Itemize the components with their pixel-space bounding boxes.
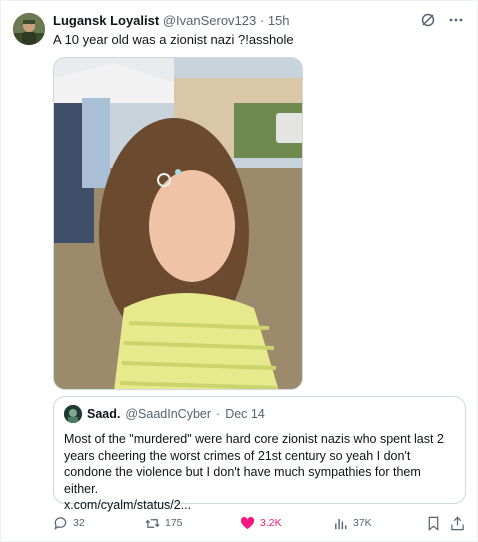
quoted-author-handle: @SaadInCyber bbox=[125, 407, 212, 421]
bookmark-button[interactable] bbox=[426, 516, 441, 531]
share-button[interactable] bbox=[450, 516, 465, 531]
grok-icon[interactable] bbox=[419, 11, 437, 29]
quoted-tweet[interactable]: Saad. @SaadInCyber · Dec 14 Most of the … bbox=[53, 396, 466, 512]
tweet-header: Lugansk Loyalist @IvanSerov123 · 15h bbox=[53, 13, 417, 29]
quoted-separator: · bbox=[216, 407, 221, 421]
reply-button[interactable]: 32 bbox=[53, 516, 85, 531]
repost-icon bbox=[145, 518, 160, 528]
quoted-date: Dec 14 bbox=[225, 407, 265, 421]
author-handle[interactable]: @IvanSerov123 bbox=[163, 13, 256, 28]
bookmark-icon bbox=[428, 516, 439, 531]
quoted-link[interactable]: x.com/cyalm/status/2... bbox=[64, 498, 191, 512]
more-icon[interactable] bbox=[447, 11, 465, 29]
quoted-text-body: Most of the "murdered" were hard core zi… bbox=[64, 432, 444, 496]
quoted-author-avatar bbox=[64, 405, 82, 423]
tweet-card[interactable]: Lugansk Loyalist @IvanSerov123 · 15h A 1… bbox=[0, 0, 478, 542]
header-actions bbox=[419, 11, 465, 29]
action-bar: 32 175 3.2K 37K bbox=[53, 513, 465, 533]
quoted-tweet-text: Most of the "murdered" were hard core zi… bbox=[64, 431, 455, 514]
quoted-tweet-header: Saad. @SaadInCyber · Dec 14 bbox=[64, 405, 455, 423]
like-button[interactable]: 3.2K bbox=[240, 516, 282, 531]
views-icon bbox=[335, 518, 347, 529]
post-time[interactable]: 15h bbox=[268, 13, 290, 28]
repost-button[interactable]: 175 bbox=[145, 516, 183, 531]
view-count: 37K bbox=[353, 517, 372, 529]
views-button[interactable]: 37K bbox=[333, 516, 372, 531]
quoted-author-name: Saad. bbox=[87, 407, 121, 421]
share-icon bbox=[451, 516, 464, 530]
heart-icon bbox=[240, 516, 255, 529]
repost-count: 175 bbox=[165, 517, 183, 529]
reply-icon bbox=[54, 516, 67, 530]
author-avatar[interactable] bbox=[13, 13, 45, 45]
tweet-text: A 10 year old was a zionist nazi ?!assho… bbox=[53, 32, 294, 47]
header-separator: · bbox=[259, 13, 265, 28]
like-count: 3.2K bbox=[260, 517, 282, 529]
author-name[interactable]: Lugansk Loyalist bbox=[53, 13, 159, 28]
tweet-photo[interactable] bbox=[53, 57, 303, 390]
reply-count: 32 bbox=[73, 517, 85, 529]
